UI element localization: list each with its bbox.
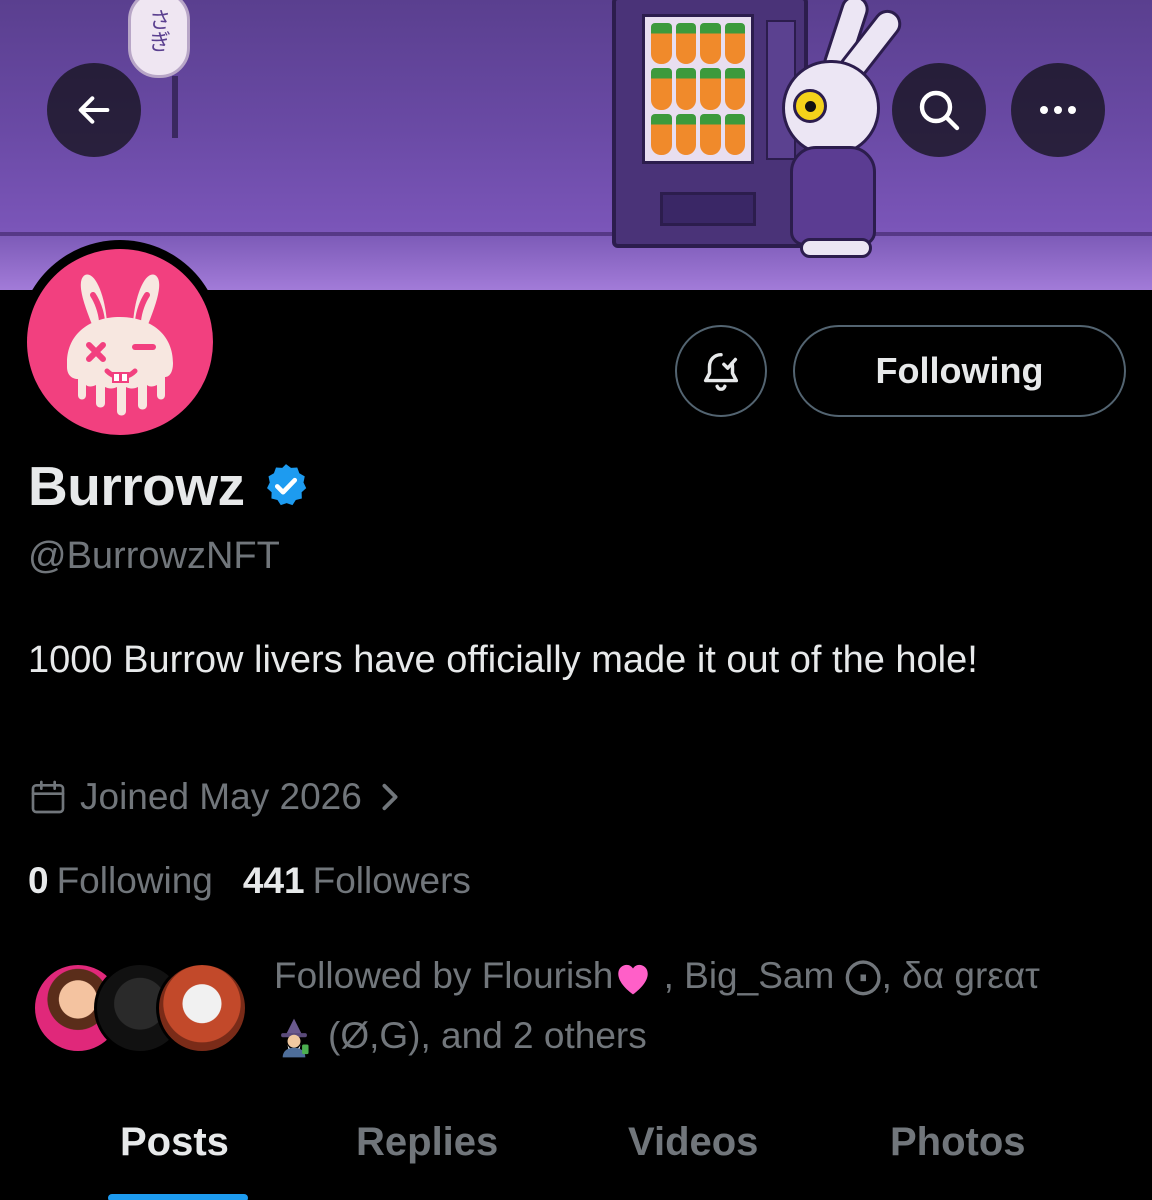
carrot: [675, 23, 696, 65]
arrow-left-icon: [78, 96, 110, 124]
calendar-icon: [28, 777, 68, 817]
joined-date[interactable]: Joined May 2026: [28, 774, 400, 820]
bell-check-icon: [703, 352, 739, 391]
followed-by-prefix: Followed by Flourish: [274, 955, 614, 996]
followers-count-link[interactable]: 441 Followers: [243, 860, 471, 902]
bunny-logo-icon: [67, 274, 173, 416]
verified-badge[interactable]: [261, 461, 311, 511]
following-label: Following: [56, 860, 213, 901]
bunny-pupil: [805, 101, 816, 112]
carrot: [675, 68, 696, 110]
followed-by-line-2-text: (Ø,G), and 2 others: [328, 1015, 647, 1056]
vending-slot: [660, 192, 756, 226]
tab-posts[interactable]: Posts: [120, 1120, 229, 1165]
following-count-link[interactable]: 0 Following: [28, 860, 213, 902]
bunny-head-illustration: [782, 60, 880, 156]
carrot: [724, 113, 745, 155]
verified-badge-icon: [266, 464, 306, 506]
follow-stats: 0 Following 441 Followers: [28, 858, 471, 904]
following-count: 0: [28, 860, 49, 901]
followed-by-line-1: Followed by Flourish , Big_Sam ⨀, δα grε…: [274, 946, 1134, 1006]
tab-videos[interactable]: Videos: [628, 1120, 758, 1165]
back-button[interactable]: [47, 63, 141, 157]
search-button[interactable]: [892, 63, 986, 157]
following-button[interactable]: Following: [793, 325, 1126, 417]
carrot: [675, 113, 696, 155]
profile-banner[interactable]: さぎ: [0, 0, 1152, 290]
carrot: [700, 113, 721, 155]
carrot: [700, 23, 721, 65]
display-name: Burrowz: [28, 455, 245, 517]
carrot: [724, 68, 745, 110]
carrot: [724, 23, 745, 65]
tab-photos[interactable]: Photos: [890, 1120, 1026, 1165]
lantern-illustration: さぎ: [128, 0, 190, 78]
chevron-right-icon: [380, 782, 400, 812]
carrot: [651, 23, 672, 65]
mutual-follower-avatar: [156, 962, 248, 1054]
active-tab-indicator: [108, 1194, 248, 1200]
mutual-followers-avatars[interactable]: [32, 962, 248, 1054]
search-icon: [919, 90, 960, 131]
carrot: [700, 68, 721, 110]
bunny-body-illustration: [790, 146, 876, 246]
more-options-button[interactable]: [1011, 63, 1105, 157]
followed-by-text[interactable]: Followed by Flourish , Big_Sam ⨀, δα grε…: [274, 946, 1134, 1066]
followers-count: 441: [242, 860, 305, 901]
followers-label: Followers: [312, 860, 471, 901]
tab-replies[interactable]: Replies: [356, 1120, 498, 1165]
profile-avatar[interactable]: [18, 240, 222, 444]
carrot: [651, 68, 672, 110]
pink-heart-icon: [618, 965, 649, 995]
more-horizontal-icon: [1040, 106, 1076, 114]
notifications-button[interactable]: [675, 325, 767, 417]
lantern-cord: [172, 76, 178, 138]
avatar-image: [27, 249, 213, 435]
vending-machine-illustration: [612, 0, 808, 248]
lantern-text: さぎ: [149, 9, 172, 56]
vending-window: [642, 14, 754, 164]
display-name-row: Burrowz: [28, 453, 311, 519]
bunny-eye: [793, 89, 827, 123]
bunny-feet: [800, 238, 872, 258]
wizard-icon: [281, 1018, 309, 1058]
joined-label: Joined May 2026: [80, 776, 362, 817]
profile-bio: 1000 Burrow livers have officially made …: [28, 639, 978, 681]
followed-by-line-2: (Ø,G), and 2 others: [274, 1006, 1134, 1066]
profile-page: さぎ Following Burrowz @BurrowzNFT 1000 Bu…: [0, 0, 1152, 1200]
profile-handle: @BurrowzNFT: [28, 535, 280, 577]
carrot: [651, 113, 672, 155]
profile-tabs: Posts Replies Videos Photos: [0, 1100, 1152, 1200]
followed-by-suffix: , Big_Sam ⨀, δα grεατ: [653, 955, 1040, 996]
